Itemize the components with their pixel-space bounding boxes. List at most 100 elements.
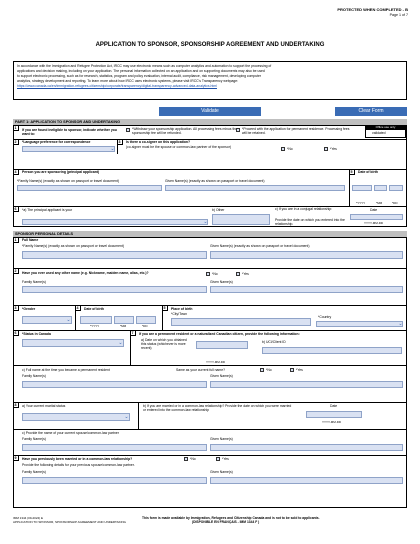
office-use-label: Office use only <box>365 125 406 130</box>
spouse-given-name-input[interactable] <box>210 444 403 451</box>
proceed-label: *Proceed with the application for perman… <box>242 127 350 135</box>
chevron-down-icon[interactable]: ⌄ <box>118 340 123 346</box>
q6c-sub: Provide the date on which you entered in… <box>275 218 345 226</box>
marital-status-select[interactable] <box>22 413 130 421</box>
sd-q2-number: 2 <box>13 268 19 274</box>
q1-label: If you are found ineligible to sponsor, … <box>22 128 117 136</box>
sd-dd-label: *DD <box>142 324 148 328</box>
sponsor-dob-mm[interactable] <box>114 316 134 324</box>
marital-label: a) Your current marital status <box>22 404 66 408</box>
pr-info-label: If you are a permanent resident or a nat… <box>139 332 300 336</box>
city-label: *City/Town <box>171 312 188 316</box>
french-availability: (DISPONIBLE EN FRANÇAIS - IMM 1344 F ) <box>192 520 260 524</box>
othername-yes-radio[interactable] <box>236 272 240 276</box>
cosigner-no-label: *No <box>287 147 293 151</box>
country-label: *Country <box>318 315 332 319</box>
date-format-label: YYYY-MM-DD <box>364 221 384 225</box>
q3-number: 3 <box>117 139 123 145</box>
page-number: Page 1 of 7 <box>389 13 408 17</box>
marriage-date-input[interactable] <box>306 411 362 418</box>
sd-given-label: Given Name(s) (exactly as shown on passp… <box>210 244 310 248</box>
pa-family-name-input[interactable] <box>17 185 162 191</box>
date-label: Date <box>370 208 378 212</box>
chevron-down-icon[interactable]: ⌄ <box>66 317 71 323</box>
sd-q7-number: 7 <box>130 330 136 336</box>
relationship-other-input[interactable] <box>212 214 270 225</box>
sd-q8-number: 8 <box>13 402 19 408</box>
pa-given-name-input[interactable] <box>165 185 345 191</box>
othername-no-radio[interactable] <box>206 272 210 276</box>
form-name-footer: APPLICATION TO SPONSOR, SPONSORSHIP AGRE… <box>13 520 126 524</box>
sd-q6-number: 6 <box>13 330 19 336</box>
status-label: *Status in Canada <box>22 332 51 336</box>
birth-city-input[interactable] <box>171 318 311 326</box>
marriage-date-format: YYYY-MM-DD <box>322 420 342 424</box>
validate-button[interactable]: Validate <box>159 107 261 116</box>
pr-given-name-input[interactable] <box>210 381 403 388</box>
page-title: APPLICATION TO SPONSOR, SPONSORSHIP AGRE… <box>95 42 325 48</box>
pa-family-label: *Family Name(s) (exactly as shown on pas… <box>17 179 119 183</box>
prev-given-label: Given Name(s) <box>210 470 233 474</box>
q4-label: Person you are sponsoring (principal app… <box>22 170 100 174</box>
cosigner-yes-radio[interactable] <box>324 147 328 151</box>
sd-dob-label: Date of birth <box>84 307 104 311</box>
sponsor-given-name-input[interactable] <box>210 251 403 259</box>
samename-yes-label: *Yes <box>296 368 303 372</box>
q6-number: 6 <box>13 206 19 212</box>
marriage-date-header: Date <box>330 404 338 408</box>
q5-number: 5 <box>349 169 355 175</box>
cosigner-no-radio[interactable] <box>281 147 285 151</box>
chevron-down-icon[interactable]: ⌄ <box>110 146 115 152</box>
sd-q3-number: 3 <box>13 305 19 311</box>
samename-no-radio[interactable] <box>260 368 264 372</box>
pa-dob-mm[interactable] <box>374 185 387 191</box>
q3-sublabel: (co-signer must be the spouse or common-… <box>126 145 231 149</box>
withdraw-checkbox[interactable] <box>126 128 130 132</box>
samename-no-label: *No <box>266 368 272 372</box>
marriage-date-label: b) If you are married or in a common-law… <box>143 404 292 412</box>
sponsor-dob-dd[interactable] <box>136 316 156 324</box>
sd-other-given-label: Given Name(s) <box>210 280 233 284</box>
sd-q9-number: 9 <box>13 455 19 461</box>
sd-q1-number: 1 <box>13 237 19 243</box>
previous-details-label: Provide the following details for your p… <box>22 463 135 467</box>
previous-no-radio[interactable] <box>184 457 188 461</box>
chevron-down-icon[interactable]: ⌄ <box>203 219 208 225</box>
transparency-link[interactable]: https://www.canada.ca/en/immigration-ref… <box>17 84 217 89</box>
other-family-name-input[interactable] <box>22 286 207 293</box>
birth-country-select[interactable] <box>316 321 403 327</box>
clear-form-button[interactable]: Clear Form <box>335 107 407 116</box>
uci-input[interactable] <box>262 347 402 354</box>
q6a-label: *a) The principal applicant is your <box>22 208 73 212</box>
uci-label: b) UCI/Client ID <box>262 340 286 344</box>
chevron-down-icon[interactable]: ⌄ <box>398 321 403 327</box>
status-select[interactable] <box>22 339 124 347</box>
sponsor-dob-yyyy[interactable] <box>80 316 112 324</box>
pr-family-name-input[interactable] <box>22 381 207 388</box>
withdraw-label: *Withdraw your sponsorship application. … <box>132 127 238 135</box>
sd-yyyy-label: *YYYY <box>90 324 100 328</box>
prev-given-name-input[interactable] <box>210 477 403 484</box>
sd-q2-label: Have you ever used any other name (e.g. … <box>22 271 149 275</box>
language-select[interactable] <box>22 146 115 152</box>
previous-yes-radio[interactable] <box>216 457 220 461</box>
relationship-select[interactable] <box>22 219 208 225</box>
samename-yes-radio[interactable] <box>290 368 294 372</box>
pa-dob-dd[interactable] <box>389 185 403 191</box>
pr-date-format: YYYY-MM-DD <box>206 360 226 364</box>
q4-number: 4 <box>13 169 19 175</box>
gender-select[interactable] <box>22 316 72 324</box>
spouse-family-name-input[interactable] <box>22 444 207 451</box>
other-given-name-input[interactable] <box>210 286 403 293</box>
pa-dob-yyyy[interactable] <box>352 185 372 191</box>
pr-family-label: Family Name(s) <box>22 374 46 378</box>
sponsor-family-name-input[interactable] <box>22 251 207 259</box>
q6c-label: c) If you are in a conjugal relationship… <box>275 207 333 211</box>
prev-family-name-input[interactable] <box>22 477 207 484</box>
othername-yes-label: *Yes <box>242 272 249 276</box>
chevron-down-icon[interactable]: ⌄ <box>124 414 129 420</box>
conjugal-date-input[interactable] <box>350 214 403 220</box>
proceed-checkbox[interactable] <box>236 128 240 132</box>
previous-no-label: *No <box>190 457 196 461</box>
pr-date-input[interactable] <box>196 341 248 349</box>
